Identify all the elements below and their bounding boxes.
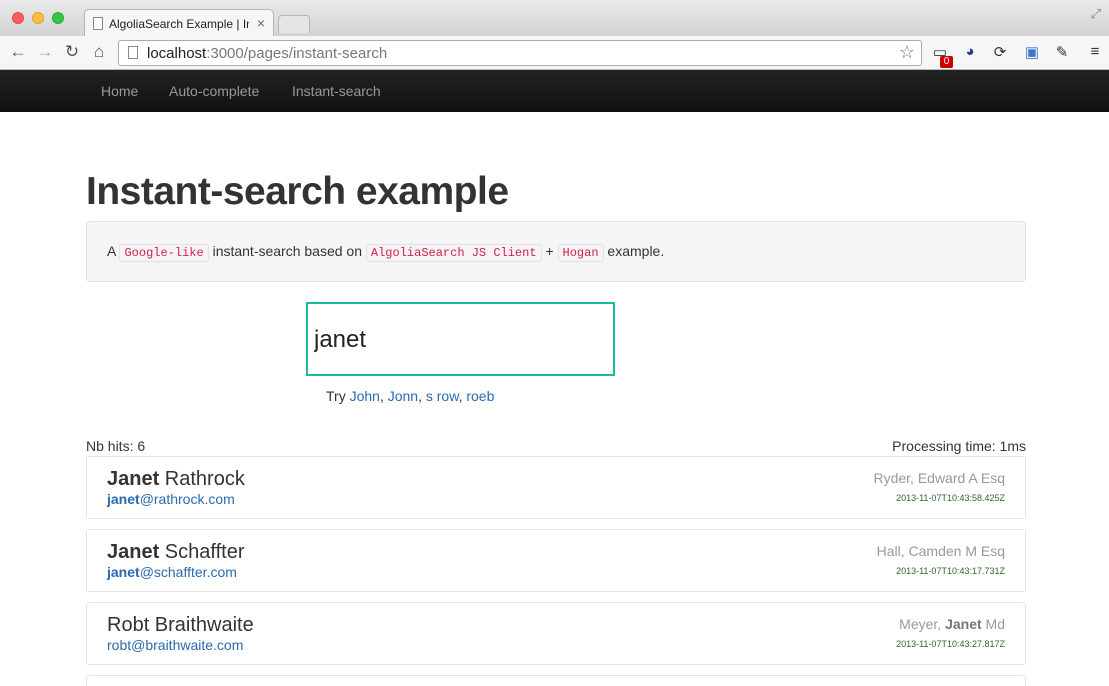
extension-badge: 0 (940, 56, 953, 68)
page-title: Instant-search example (86, 170, 509, 213)
address-bar[interactable]: localhost:3000/pages/instant-search ☆ (118, 40, 922, 66)
hit-card (86, 675, 1026, 686)
search-box (306, 302, 615, 376)
zoom-window-button[interactable] (52, 12, 64, 24)
description-text: A Google-like instant-search based on Al… (107, 243, 665, 262)
hit-email-highlight: janet (107, 564, 140, 580)
close-window-button[interactable] (12, 12, 24, 24)
hit-company: Ryder, Edward A Esq (873, 470, 1005, 486)
hit-name-rest: Schaffter (159, 541, 245, 563)
hit-company-pre: Hall, Camden M Esq (876, 543, 1005, 559)
try-label: Try (326, 388, 346, 404)
url-text[interactable]: localhost:3000/pages/instant-search (147, 45, 387, 62)
nb-hits: Nb hits: 6 (86, 438, 146, 454)
back-arrow-icon[interactable]: ← (8, 42, 28, 62)
new-tab-button[interactable] (278, 15, 310, 33)
hit-company: Meyer, Janet Md (899, 616, 1005, 632)
code-google-like: Google-like (119, 244, 209, 262)
reload-icon[interactable]: ↻ (62, 42, 82, 62)
processing-time: Processing time: 1ms (892, 438, 1026, 454)
hit-email-rest: robt@braithwaite.com (107, 637, 244, 653)
menu-icon[interactable]: ≡ (1085, 43, 1105, 63)
browser-toolbar: ← → ↻ ⌂ localhost:3000/pages/instant-sea… (0, 36, 1109, 70)
nav-link-instant-search[interactable]: Instant-search (292, 83, 381, 99)
hit-name-highlight: Janet (107, 468, 160, 490)
hit-date: 2013-11-07T10:43:58.425Z (896, 493, 1005, 503)
tab-title: AlgoliaSearch Example | Instant-search (109, 17, 249, 31)
hit-company-highlight: Janet (945, 616, 982, 632)
code-hogan: Hogan (557, 244, 604, 262)
hit-card: Robt Braithwaite robt@braithwaite.com Me… (86, 602, 1026, 665)
nav-link-auto-complete[interactable]: Auto-complete (169, 83, 259, 99)
search-input[interactable] (314, 326, 604, 354)
hit-email[interactable]: janet@rathrock.com (107, 491, 235, 507)
suggestion-link-jonn[interactable]: Jonn (388, 388, 418, 404)
extension-screen-icon[interactable]: ▣ (1022, 43, 1042, 63)
hit-company-pre: Meyer, (899, 616, 946, 632)
hit-email[interactable]: robt@braithwaite.com (107, 637, 243, 653)
description-prefix: A (107, 243, 116, 259)
hit-name: Robt Braithwaite (107, 614, 254, 637)
hit-name: Janet Schaffter (107, 541, 244, 564)
forward-arrow-icon[interactable]: → (35, 42, 55, 62)
description-middle: instant-search based on (212, 243, 363, 259)
nav-link-home[interactable]: Home (101, 83, 138, 99)
extension-sync-icon[interactable]: ⟳ (990, 43, 1010, 63)
minimize-window-button[interactable] (32, 12, 44, 24)
description-suffix: example. (607, 243, 665, 259)
hit-company-post: Md (981, 616, 1005, 632)
hit-company-pre: Ryder, Edward A Esq (873, 470, 1005, 486)
page-icon (128, 46, 138, 59)
hit-date: 2013-11-07T10:43:17.731Z (896, 566, 1005, 576)
site-navbar: Home Auto-complete Instant-search (0, 70, 1109, 112)
browser-tab-active[interactable]: AlgoliaSearch Example | Instant-search × (84, 9, 274, 37)
hit-name-rest: Rathrock (159, 468, 245, 490)
hit-card: Janet Schaffter janet@schaffter.com Hall… (86, 529, 1026, 592)
url-host: localhost (147, 45, 207, 62)
hit-card: Janet Rathrock janet@rathrock.com Ryder,… (86, 456, 1026, 519)
hit-email-rest: @schaffter.com (139, 564, 237, 580)
home-icon[interactable]: ⌂ (89, 42, 109, 62)
suggestion-link-john[interactable]: John (350, 388, 380, 404)
hit-date: 2013-11-07T10:43:27.817Z (896, 639, 1005, 649)
suggestion-link-s-row[interactable]: s row (426, 388, 459, 404)
extension-wrench-icon[interactable]: ✎ (1052, 43, 1072, 63)
description-plus: + (545, 243, 554, 259)
suggestion-link-roeb[interactable]: roeb (466, 388, 494, 404)
fullscreen-icon[interactable]: ⤢ (1091, 6, 1101, 22)
hit-email-highlight: janet (107, 491, 140, 507)
extension-speedometer-icon[interactable]: ◕ (960, 43, 980, 63)
tab-close-icon[interactable]: × (257, 15, 265, 31)
bookmark-star-icon[interactable]: ☆ (899, 42, 915, 63)
hit-name-rest: Robt Braithwaite (107, 614, 254, 636)
hit-name: Janet Rathrock (107, 468, 245, 491)
browser-titlebar: AlgoliaSearch Example | Instant-search ×… (0, 0, 1109, 37)
try-suggestions: Try John, Jonn, s row, roeb (326, 388, 495, 404)
hit-name-highlight: Janet (107, 541, 160, 563)
description-well: A Google-like instant-search based on Al… (86, 221, 1026, 282)
page-icon (93, 17, 103, 30)
hit-email-rest: @rathrock.com (139, 491, 235, 507)
url-path: :3000/pages/instant-search (206, 45, 388, 62)
hit-company: Hall, Camden M Esq (877, 543, 1005, 559)
hit-email[interactable]: janet@schaffter.com (107, 564, 237, 580)
code-algoliasearch-client: AlgoliaSearch JS Client (365, 244, 542, 262)
